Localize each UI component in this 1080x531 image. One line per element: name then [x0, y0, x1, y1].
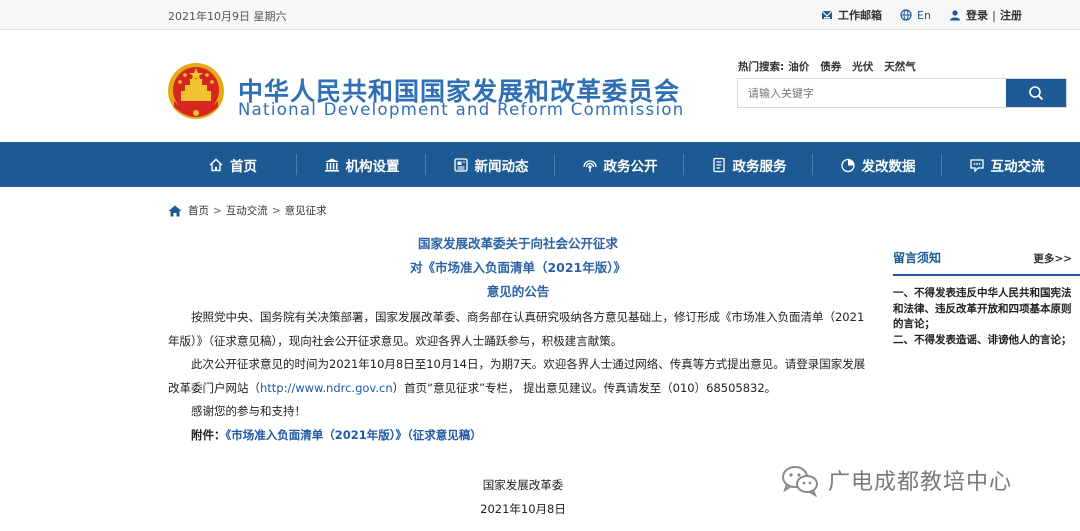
search-icon: [1029, 86, 1044, 101]
search-button[interactable]: [1006, 79, 1066, 107]
attachment-link[interactable]: 《市场准入负面清单（2021年版）》（征求意见稿）: [226, 428, 482, 442]
search-input[interactable]: [738, 79, 1006, 107]
breadcrumb-interaction[interactable]: 互动交流: [226, 203, 268, 218]
nav-label: 政务公开: [603, 158, 658, 175]
breadcrumb-separator: >: [271, 204, 281, 217]
attachment-line: 附件：《市场准入负面清单（2021年版）》（征求意见稿）: [168, 424, 868, 448]
signature: 国家发展改革委 2021年10月8日: [478, 473, 568, 521]
panel-divider: [893, 274, 1080, 276]
mailbox-icon: [821, 10, 833, 19]
nav-item-gov-services[interactable]: 政务服务: [684, 142, 813, 187]
nav-label: 发改数据: [861, 158, 916, 175]
watermark: 广电成都教培中心: [780, 463, 1012, 497]
article-title-line: 国家发展改革委关于向社会公开征求: [417, 236, 618, 251]
notice-item: 二、不得发表造谣、诽谤他人的言论；: [893, 333, 1072, 346]
breadcrumb-separator: >: [213, 204, 222, 217]
breadcrumb-consultation[interactable]: 意见征求: [285, 203, 327, 218]
nav-item-news[interactable]: 新闻动态: [426, 142, 555, 187]
hot-search-label: 热门搜索:: [738, 61, 785, 73]
article-paragraph: 此次公开征求意见的时间为2021年10月8日至10月14日，为期7天。欢迎各界人…: [168, 353, 868, 400]
hot-search: 热门搜索: 油价 债券 光伏 天然气: [738, 59, 927, 74]
top-links: 工作邮箱 En 登录 | 注册: [803, 7, 1022, 23]
breadcrumb-home[interactable]: 首页: [188, 203, 209, 218]
user-icon: [949, 10, 960, 21]
account-links: 登录 | 注册: [949, 7, 1022, 23]
watermark-text: 广电成都教培中心: [828, 470, 1013, 495]
signature-org: 国家发展改革委: [482, 478, 564, 492]
pie-chart-icon: [840, 158, 855, 172]
article: 国家发展改革委关于向社会公开征求 对《市场准入负面清单（2021年版）》 意见的…: [168, 232, 868, 447]
national-emblem-icon[interactable]: [166, 61, 226, 123]
article-title: 国家发展改革委关于向社会公开征求 对《市场准入负面清单（2021年版）》 意见的…: [168, 232, 868, 304]
hot-term-link[interactable]: 天然气: [884, 59, 916, 74]
mailbox-label: 工作邮箱: [838, 9, 883, 22]
broadcast-icon: [582, 159, 597, 172]
article-title-line: 意见的公告: [486, 284, 550, 299]
register-link[interactable]: 注册: [1000, 7, 1022, 23]
hot-term-link[interactable]: 债券: [820, 59, 841, 74]
english-label: En: [917, 8, 931, 22]
panel-title: 留言须知: [893, 251, 942, 265]
nav-item-data[interactable]: 发改数据: [813, 142, 942, 187]
search-box: [737, 78, 1067, 108]
article-body: 按照党中央、国务院有关决策部署，国家发展改革委、商务部在认真研究吸纳各方意见基础…: [168, 306, 868, 447]
paragraph-text: ）首页“意见征求”专栏， 提出意见建议。传真请发至（010）68505832。: [392, 380, 777, 395]
attachment-label: 附件：: [191, 427, 226, 442]
signature-date: 2021年10月8日: [480, 502, 566, 516]
nav-label: 首页: [230, 158, 257, 175]
nav-label: 互动交流: [990, 158, 1045, 175]
notice-list: 一、不得发表违反中华人民共和国宪法和法律、违反改革开放和四项基本原则的言论； 二…: [893, 286, 1080, 348]
chat-icon: [969, 158, 984, 173]
nav-item-gov-affairs[interactable]: 政务公开: [555, 142, 684, 187]
nav-item-home[interactable]: 首页: [168, 142, 297, 187]
home-icon: [209, 158, 223, 171]
login-link[interactable]: 登录: [966, 7, 988, 23]
nav-label: 新闻动态: [474, 158, 529, 175]
current-date: 2021年10月9日 星期六: [168, 10, 287, 23]
document-icon: [712, 157, 725, 172]
nav-label: 机构设置: [345, 158, 400, 175]
notice-item: 一、不得发表违反中华人民共和国宪法和法律、违反改革开放和四项基本原则的言论；: [893, 287, 1072, 330]
nav-item-interaction[interactable]: 互动交流: [942, 142, 1071, 187]
news-icon: [453, 157, 468, 172]
breadcrumb: 首页 > 互动交流 > 意见征求: [168, 203, 327, 218]
login-separator: |: [991, 8, 996, 22]
article-paragraph: 按照党中央、国务院有关决策部署，国家发展改革委、商务部在认真研究吸纳各方意见基础…: [168, 310, 865, 348]
globe-icon: [900, 9, 912, 21]
home-icon: [168, 205, 182, 216]
site-title-en[interactable]: National Development and Reform Commissi…: [238, 100, 684, 119]
nav-item-organization[interactable]: 机构设置: [297, 142, 426, 187]
article-paragraph: 感谢您的参与和支持！: [191, 404, 306, 418]
article-title-line: 对《市场准入负面清单（2021年版）》: [409, 260, 627, 275]
nav-label: 政务服务: [732, 158, 787, 175]
building-icon: [324, 158, 339, 172]
wechat-icon: [782, 466, 818, 497]
mailbox-link[interactable]: 工作邮箱: [821, 7, 882, 23]
hot-term-link[interactable]: 油价: [788, 59, 809, 74]
main-nav: 首页 机构设置 新闻动态 政务公开 政务服务 发改数据 互动交流: [0, 142, 1080, 187]
top-bar: 2021年10月9日 星期六 工作邮箱 En 登录 | 注册: [0, 0, 1080, 30]
message-notice-panel: 留言须知 更多>> 一、不得发表违反中华人民共和国宪法和法律、违反改革开放和四项…: [893, 244, 1080, 348]
site-header: 中华人民共和国国家发展和改革委员会 National Development a…: [0, 30, 1080, 142]
panel-header: 留言须知 更多>>: [893, 244, 1080, 266]
more-link[interactable]: 更多>>: [1033, 251, 1072, 266]
english-link[interactable]: En: [900, 9, 931, 22]
portal-link[interactable]: http://www.ndrc.gov.cn: [260, 381, 393, 395]
hot-term-link[interactable]: 光伏: [852, 59, 873, 74]
